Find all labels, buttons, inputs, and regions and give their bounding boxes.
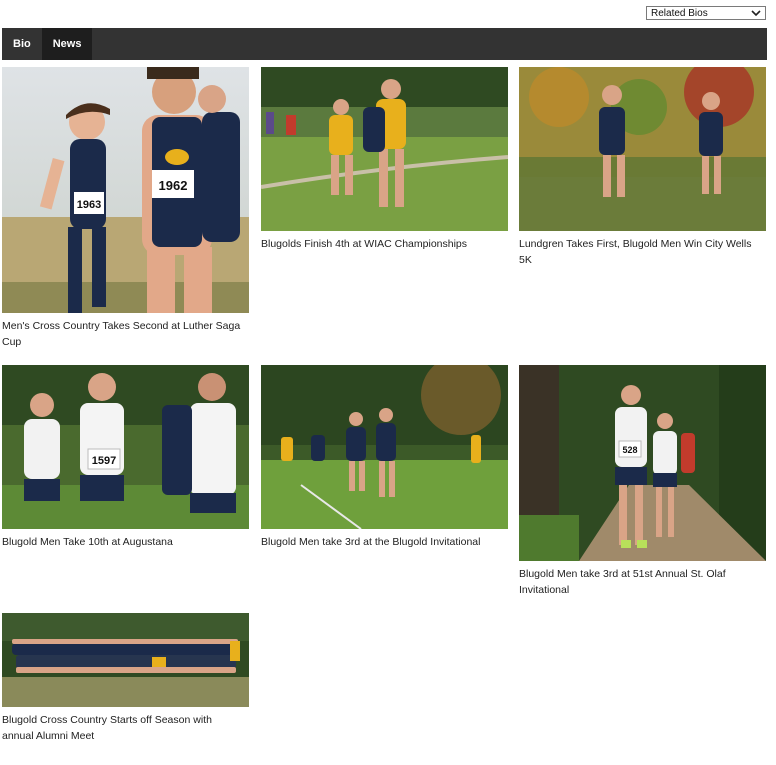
news-headline[interactable]: Blugold Men Take 10th at Augustana [2, 534, 249, 550]
race-photo [261, 365, 508, 529]
news-headline[interactable]: Blugold Men take 3rd at 51st Annual St. … [519, 566, 766, 598]
news-headline[interactable]: Men's Cross Country Takes Second at Luth… [2, 318, 249, 350]
top-bar: Related Bios [0, 0, 776, 28]
race-photo [519, 67, 766, 231]
runner-photo: 1963 1962 [2, 67, 249, 313]
news-thumbnail[interactable]: 1597 [2, 365, 249, 529]
news-headline[interactable]: Blugolds Finish 4th at WIAC Championship… [261, 236, 508, 252]
news-thumbnail[interactable] [261, 365, 508, 529]
news-thumbnail[interactable] [2, 613, 249, 707]
news-card[interactable]: Lundgren Takes First, Blugold Men Win Ci… [519, 67, 766, 268]
news-headline[interactable]: Lundgren Takes First, Blugold Men Win Ci… [519, 236, 766, 268]
news-card[interactable]: Blugold Men take 3rd at the Blugold Invi… [261, 365, 508, 550]
bib-number: 1963 [77, 199, 101, 211]
news-thumbnail[interactable]: 1963 1962 [2, 67, 249, 313]
news-card[interactable]: 1963 1962 Men's Cross Country Takes Seco… [2, 67, 249, 350]
race-photo [261, 67, 508, 231]
news-headline[interactable]: Blugold Men take 3rd at the Blugold Invi… [261, 534, 508, 550]
bib-number: 528 [622, 445, 637, 455]
news-card[interactable]: 1597 Blugold Men Take 10th at Augustana [2, 365, 249, 550]
news-headline[interactable]: Blugold Cross Country Starts off Season … [2, 712, 249, 744]
chevron-down-icon [751, 10, 761, 17]
race-photo: 528 [519, 365, 766, 561]
news-card[interactable]: Blugold Cross Country Starts off Season … [2, 613, 249, 744]
tab-news[interactable]: News [41, 28, 93, 60]
related-bios-selected: Related Bios [651, 7, 708, 19]
related-bios-select[interactable]: Related Bios [646, 6, 766, 20]
news-card[interactable]: 528 Blugold Men take 3rd at 51st Annual … [519, 365, 766, 598]
bib-number: 1962 [159, 178, 188, 193]
race-photo: 1597 [2, 365, 249, 529]
tab-bio[interactable]: Bio [2, 28, 42, 60]
news-thumbnail[interactable] [519, 67, 766, 231]
news-card[interactable]: Blugolds Finish 4th at WIAC Championship… [261, 67, 508, 252]
team-photo [2, 613, 249, 707]
bib-number: 1597 [92, 455, 116, 467]
news-thumbnail[interactable]: 528 [519, 365, 766, 561]
news-thumbnail[interactable] [261, 67, 508, 231]
bio-tab-bar: Bio News [2, 28, 767, 60]
